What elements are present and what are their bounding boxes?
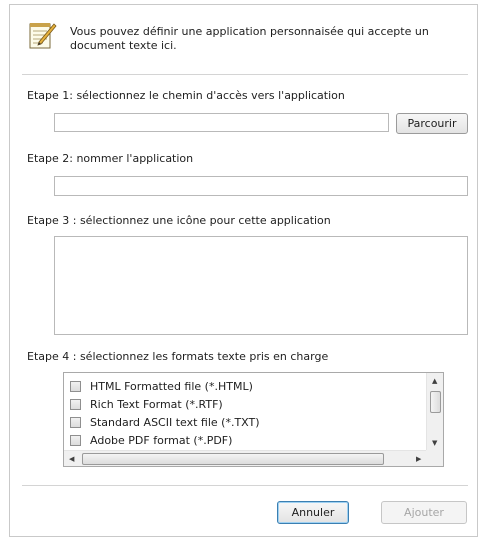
application-path-input[interactable] bbox=[54, 113, 389, 132]
step3-label: Etape 3 : sélectionnez une icône pour ce… bbox=[27, 214, 331, 227]
format-checkbox[interactable] bbox=[70, 398, 81, 410]
horizontal-scrollbar[interactable]: ◀ ▶ bbox=[64, 450, 428, 466]
vertical-scroll-thumb[interactable] bbox=[430, 391, 441, 413]
list-item[interactable]: HTML Formatted file (*.HTML) bbox=[70, 377, 253, 395]
notepad-pen-icon bbox=[27, 20, 57, 52]
format-checkbox[interactable] bbox=[70, 416, 81, 428]
format-checkbox[interactable] bbox=[70, 380, 81, 392]
format-checkbox[interactable] bbox=[70, 434, 81, 446]
list-item[interactable]: Standard ASCII text file (*.TXT) bbox=[70, 413, 260, 431]
icon-selection-area[interactable] bbox=[54, 236, 468, 335]
list-item[interactable]: Adobe PDF format (*.PDF) bbox=[70, 431, 232, 449]
browse-button[interactable]: Parcourir bbox=[396, 113, 468, 134]
format-label: HTML Formatted file (*.HTML) bbox=[90, 379, 253, 393]
custom-application-dialog: Vous pouvez définir une application pers… bbox=[9, 4, 478, 537]
scroll-left-icon[interactable]: ◀ bbox=[69, 455, 74, 463]
cancel-button[interactable]: Annuler bbox=[277, 501, 349, 524]
step4-label: Etape 4 : sélectionnez les formats texte… bbox=[27, 350, 329, 363]
header-divider bbox=[22, 74, 468, 75]
vertical-scrollbar[interactable]: ▲ ▼ bbox=[426, 373, 443, 451]
scrollbar-corner bbox=[426, 450, 443, 466]
format-label: Rich Text Format (*.RTF) bbox=[90, 397, 223, 411]
scroll-right-icon[interactable]: ▶ bbox=[416, 455, 421, 463]
format-label: Adobe PDF format (*.PDF) bbox=[90, 433, 233, 447]
format-label: Standard ASCII text file (*.TXT) bbox=[90, 415, 260, 429]
step2-label: Etape 2: nommer l'application bbox=[27, 152, 194, 165]
text-formats-list[interactable]: HTML Formatted file (*.HTML) Rich Text F… bbox=[63, 372, 444, 467]
scroll-down-icon[interactable]: ▼ bbox=[432, 439, 437, 447]
header-description: Vous pouvez définir une application pers… bbox=[70, 25, 429, 52]
horizontal-scroll-thumb[interactable] bbox=[82, 453, 384, 465]
add-button[interactable]: Ajouter bbox=[381, 501, 467, 524]
application-name-input[interactable] bbox=[54, 176, 468, 196]
step1-label: Etape 1: sélectionnez le chemin d'accès … bbox=[27, 89, 345, 102]
scroll-up-icon[interactable]: ▲ bbox=[432, 377, 437, 385]
list-item[interactable]: Rich Text Format (*.RTF) bbox=[70, 395, 223, 413]
footer-divider bbox=[22, 485, 468, 486]
